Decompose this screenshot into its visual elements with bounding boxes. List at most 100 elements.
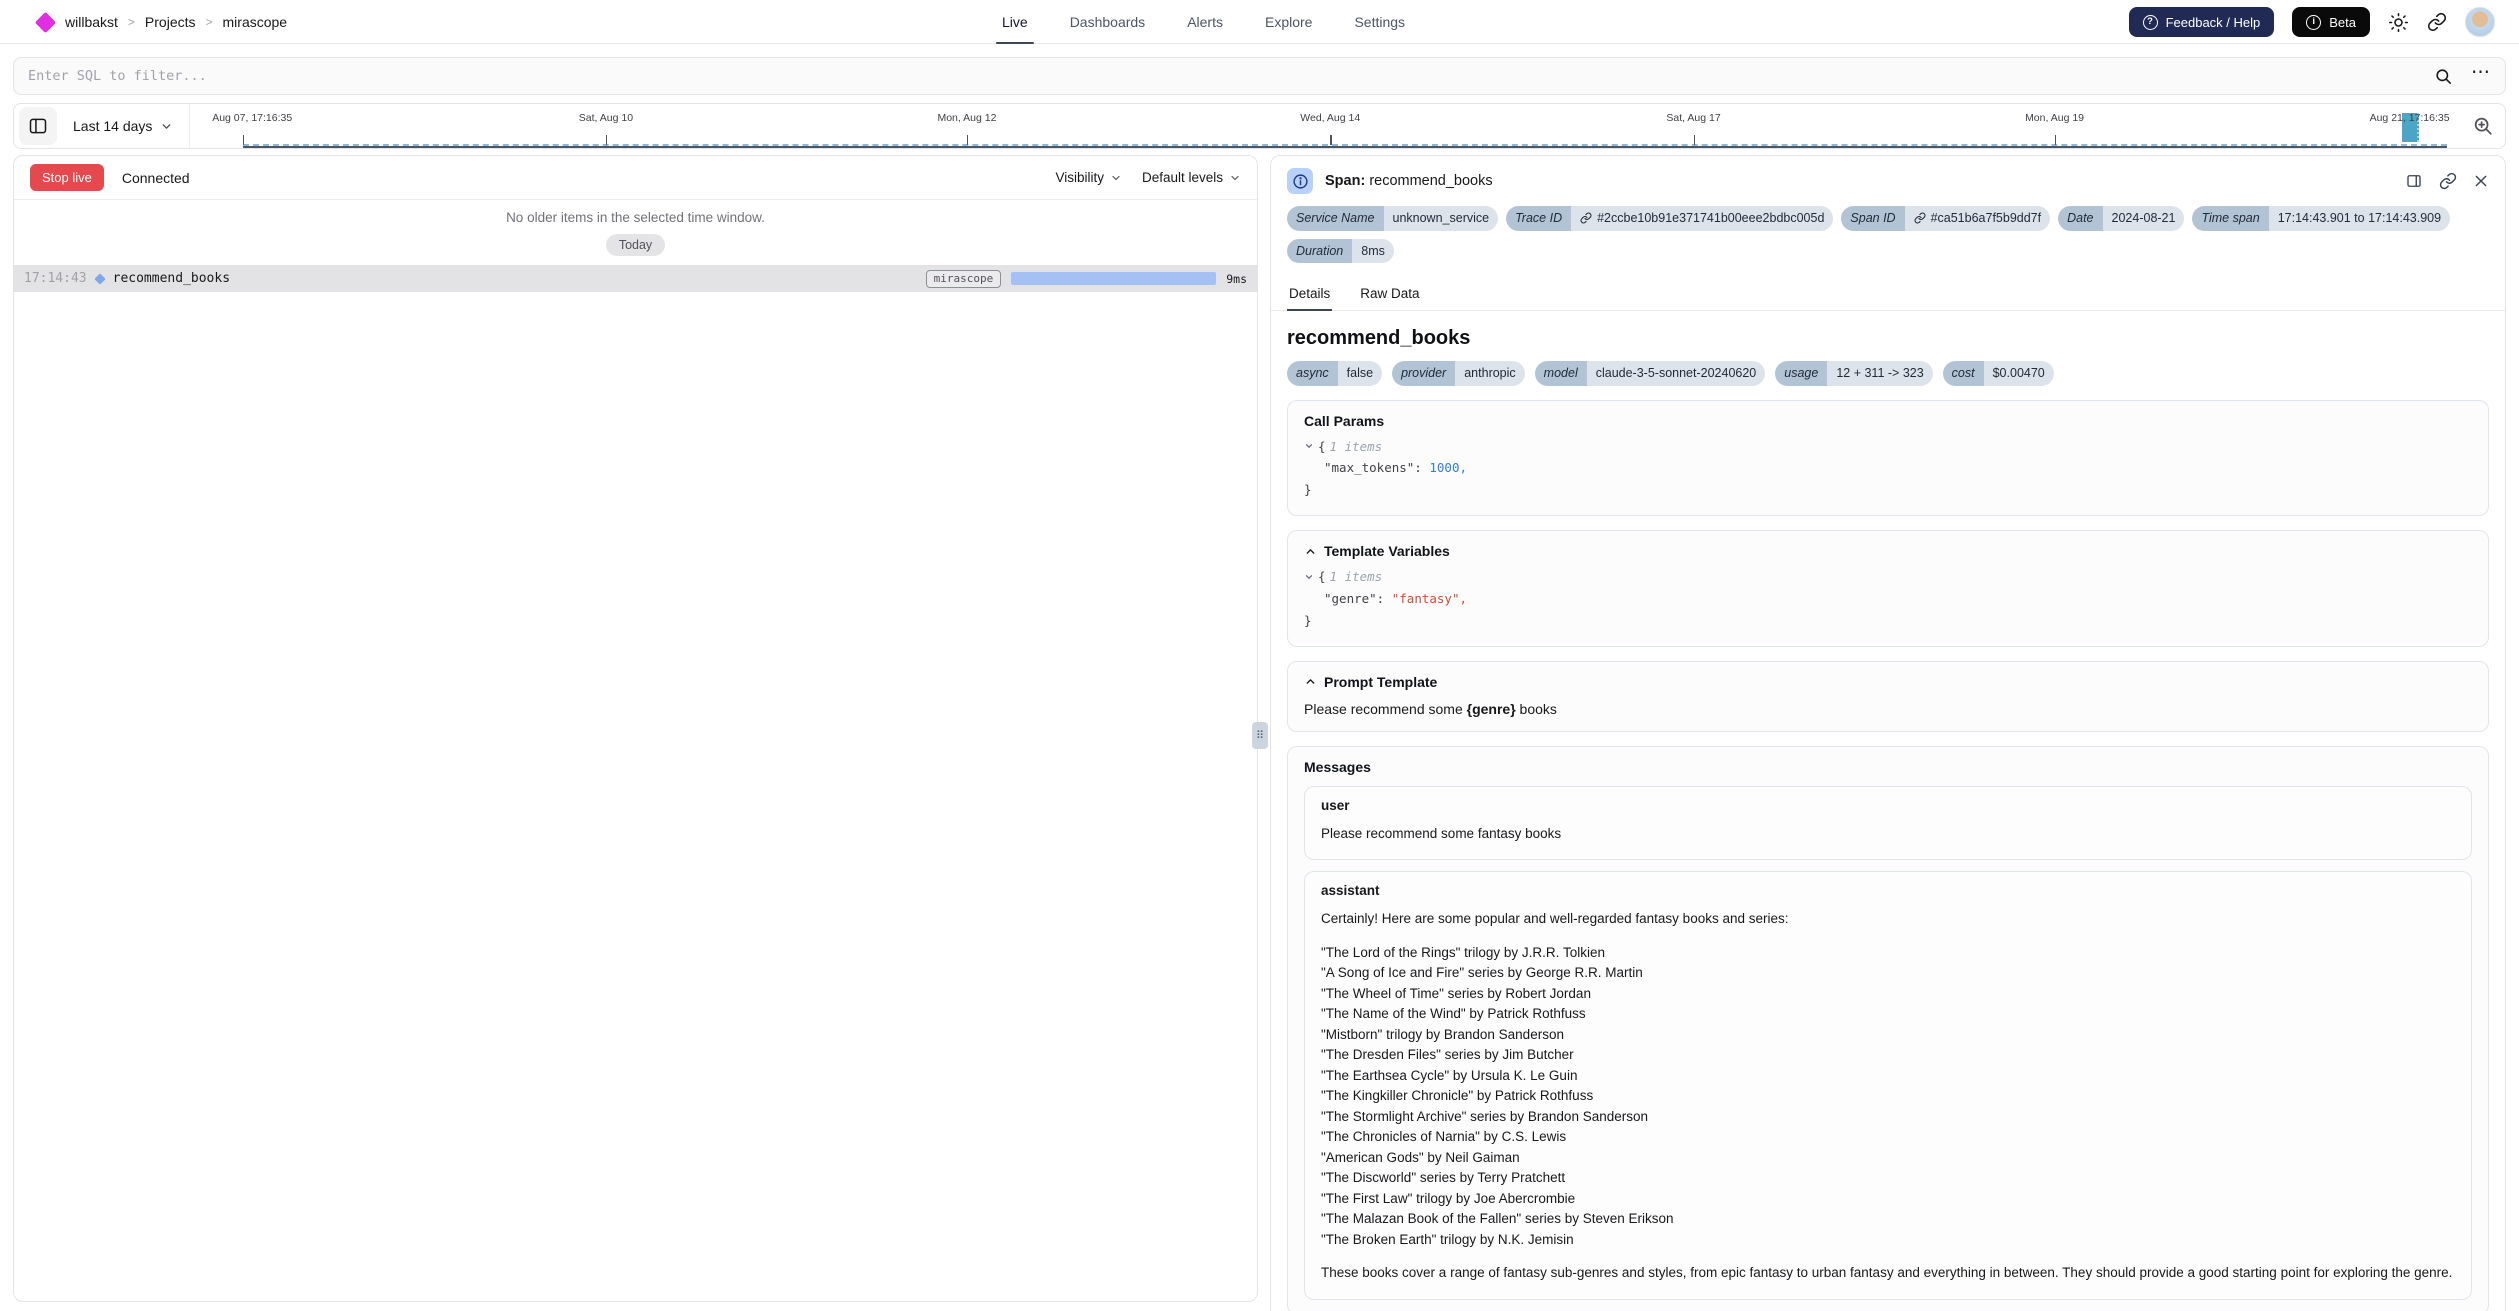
row-timestamp: 17:14:43 (24, 271, 87, 286)
zoom-in-button[interactable] (2461, 104, 2505, 148)
date-badge: Date 2024-08-21 (2058, 206, 2184, 231)
assistant-book-line: "The Name of the Wind" by Patrick Rothfu… (1321, 1004, 2455, 1025)
trace-id-badge: Trace ID #2ccbe10b91e371741b00eee2bdbc00… (1506, 206, 1833, 231)
template-variables-title: Template Variables (1324, 543, 1450, 559)
breadcrumb-org[interactable]: willbakst (65, 14, 118, 30)
assistant-book-line: "American Gods" by Neil Gaiman (1321, 1148, 2455, 1169)
json-close-brace: } (1304, 610, 2472, 632)
timeline-tick-label: Mon, Aug 19 (2025, 112, 2084, 124)
top-navigation: willbakst > Projects > mirascope Live Da… (0, 0, 2519, 44)
row-span-name: recommend_books (113, 271, 230, 286)
span-detail-content: recommend_books async false provider ant… (1271, 311, 2505, 1311)
badge-label: model (1535, 361, 1587, 386)
chevron-down-icon (1229, 172, 1241, 184)
assistant-intro: Certainly! Here are some popular and wel… (1321, 909, 2455, 930)
span-detail-header: Span: recommend_books (1271, 156, 2505, 204)
json-key: "max_tokens": (1324, 460, 1422, 475)
badge-label: Time span (2192, 206, 2268, 231)
timeline-tick-label: Sat, Aug 10 (579, 112, 633, 124)
tab-explore[interactable]: Explore (1263, 0, 1314, 44)
timeline-bar: Last 14 days Aug 07, 17:16:35 Sat, Aug 1… (13, 103, 2506, 149)
theme-toggle-icon[interactable] (2388, 12, 2409, 33)
time-range-dropdown[interactable]: Last 14 days (57, 118, 189, 134)
brand-logo-icon[interactable] (35, 11, 56, 32)
json-close-brace: } (1304, 479, 2472, 501)
feedback-help-button[interactable]: ? Feedback / Help (2129, 7, 2275, 37)
tab-details[interactable]: Details (1287, 277, 1332, 310)
breadcrumb-separator: > (128, 15, 135, 29)
main-tabs: Live Dashboards Alerts Explore Settings (1000, 0, 1407, 44)
tab-live[interactable]: Live (1000, 0, 1030, 44)
span-title-label: Span: (1325, 173, 1365, 189)
default-levels-label: Default levels (1142, 170, 1223, 185)
visibility-label: Visibility (1055, 170, 1104, 185)
share-link-icon[interactable] (2427, 12, 2447, 32)
panel-resize-handle[interactable]: ⠿ (1252, 722, 1268, 749)
collapse-caret-icon[interactable] (1304, 572, 1314, 582)
breadcrumb-project-name[interactable]: mirascope (223, 14, 288, 30)
provider-badge: provider anthropic (1392, 361, 1525, 386)
message-role: assistant (1321, 883, 2455, 898)
beta-button[interactable]: i Beta (2292, 7, 2370, 37)
json-open-brace: { (1318, 436, 1326, 458)
timeline-base-line (243, 146, 2448, 148)
badge-label: usage (1775, 361, 1827, 386)
badge-value: 17:14:43.901 to 17:14:43.909 (2278, 212, 2441, 225)
json-items-count: 1 items (1330, 566, 1383, 588)
timeline-tick (1694, 135, 1696, 145)
json-open-brace: { (1318, 566, 1326, 588)
assistant-book-line: "The Broken Earth" trilogy by N.K. Jemis… (1321, 1230, 2455, 1251)
breadcrumb: willbakst > Projects > mirascope (38, 0, 287, 44)
copy-link-icon[interactable] (2439, 172, 2457, 190)
open-drawer-icon[interactable] (2405, 172, 2423, 190)
chevron-down-icon (160, 120, 173, 133)
user-avatar[interactable] (2465, 7, 2495, 37)
close-icon[interactable] (2473, 173, 2489, 189)
prompt-template-title: Prompt Template (1324, 674, 1437, 690)
tab-raw-data[interactable]: Raw Data (1358, 277, 1421, 310)
breadcrumb-projects[interactable]: Projects (145, 14, 196, 30)
prompt-template-header[interactable]: Prompt Template (1304, 674, 2472, 690)
timeline-track[interactable]: Aug 07, 17:16:35 Sat, Aug 10 Mon, Aug 12… (190, 104, 2461, 148)
template-variables-header[interactable]: Template Variables (1304, 543, 2472, 559)
span-diamond-icon (94, 273, 105, 284)
sidebar-toggle-button[interactable] (19, 107, 57, 145)
search-icon[interactable] (2434, 67, 2453, 86)
json-value: 1000, (1429, 460, 1467, 475)
default-levels-dropdown[interactable]: Default levels (1142, 170, 1241, 185)
assistant-book-line: "The Earthsea Cycle" by Ursula K. Le Gui… (1321, 1066, 2455, 1087)
cost-badge: cost $0.00470 (1943, 361, 2054, 386)
collapse-caret-icon[interactable] (1304, 441, 1314, 451)
async-badge: async false (1287, 361, 1382, 386)
tab-alerts[interactable]: Alerts (1185, 0, 1225, 44)
assistant-book-line: "The Lord of the Rings" trilogy by J.R.R… (1321, 943, 2455, 964)
sql-filter-input[interactable] (28, 68, 2434, 84)
visibility-dropdown[interactable]: Visibility (1055, 170, 1122, 185)
timeline-tick (1330, 135, 1332, 145)
timeline-tick-label: Aug 21, 17:16:35 (2370, 112, 2450, 124)
assistant-book-list: "The Lord of the Rings" trilogy by J.R.R… (1321, 943, 2455, 1251)
prompt-template-card: Prompt Template Please recommend some {g… (1287, 661, 2489, 732)
user-message-text: Please recommend some fantasy books (1321, 824, 2455, 845)
help-icon: ? (2143, 15, 2158, 30)
day-separator-badge: Today (606, 234, 665, 256)
tab-dashboards[interactable]: Dashboards (1068, 0, 1148, 44)
timeline-tick-label: Sat, Aug 17 (1666, 112, 1720, 124)
row-duration: 9ms (1226, 272, 1247, 286)
messages-card: Messages user Please recommend some fant… (1287, 746, 2489, 1311)
badge-value: unknown_service (1393, 212, 1490, 225)
assistant-message-card: assistant Certainly! Here are some popul… (1304, 871, 2472, 1300)
sql-filter-bar: ⋯ (13, 57, 2506, 95)
span-list-row[interactable]: 17:14:43 recommend_books mirascope 9ms (14, 265, 1257, 292)
project-badge: mirascope (926, 270, 1002, 288)
link-icon[interactable] (1580, 212, 1592, 224)
span-meta-badges: Service Name unknown_service Trace ID #2… (1271, 204, 2505, 275)
span-id-badge: Span ID #ca51b6a7f5b9dd7f (1841, 206, 2050, 231)
tab-settings[interactable]: Settings (1352, 0, 1407, 44)
stop-live-button[interactable]: Stop live (30, 164, 104, 191)
assistant-book-line: "A Song of Ice and Fire" series by Georg… (1321, 963, 2455, 984)
user-message-card: user Please recommend some fantasy books (1304, 786, 2472, 861)
json-items-count: 1 items (1330, 436, 1383, 458)
link-icon[interactable] (1914, 212, 1926, 224)
more-options-icon[interactable]: ⋯ (2471, 73, 2491, 79)
